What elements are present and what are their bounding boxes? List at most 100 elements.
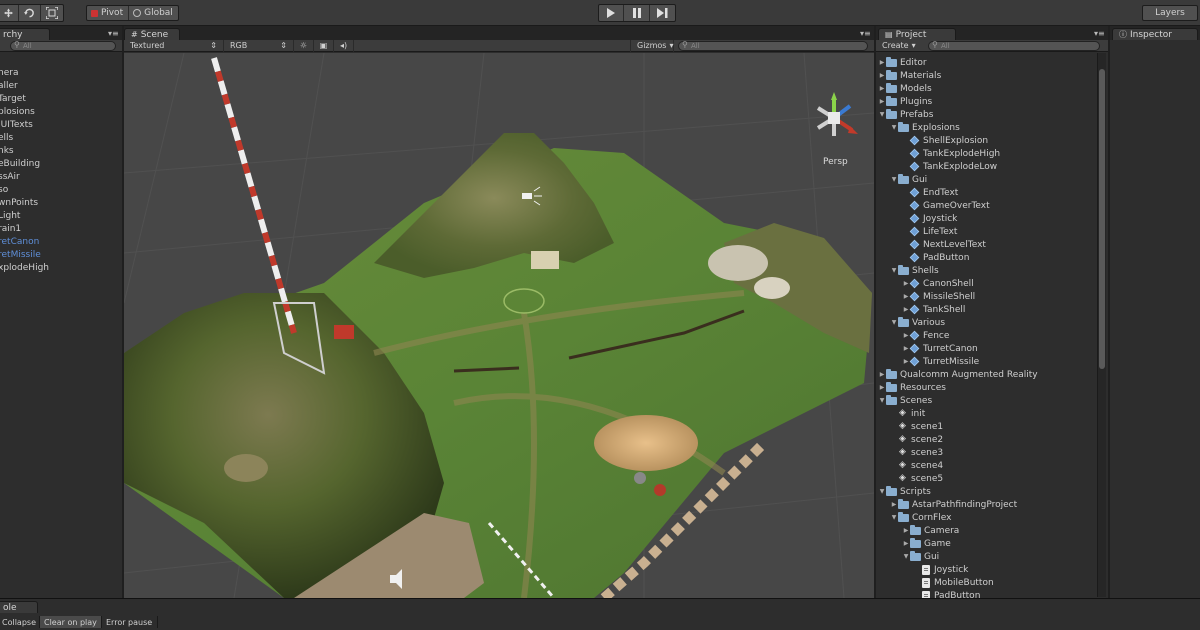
tab-console[interactable]: ole [0,601,38,613]
orientation-gizmo[interactable] [816,92,858,136]
expanded-arrow-icon[interactable]: ▼ [902,553,910,560]
project-tree-row[interactable]: ▼ Scripts [878,485,931,498]
project-tree-row[interactable]: ▼ Gui [890,173,927,186]
project-tree-row[interactable]: Joystick [902,212,957,225]
project-tree-row[interactable]: ShellExplosion [902,134,988,147]
collapse-button[interactable]: Collapse [0,616,40,628]
lighting-toggle[interactable]: ☼ [294,39,314,52]
project-tree-row[interactable]: ▶ TurretMissile [902,355,979,368]
collapsed-arrow-icon[interactable]: ▶ [878,371,886,378]
scene-search-input[interactable]: All [678,41,868,51]
project-tree-row[interactable]: Joystick [914,563,968,576]
scrollbar-thumb[interactable] [1099,69,1105,369]
project-tree-row[interactable]: GameOverText [902,199,990,212]
project-tree-row[interactable]: ▼ Gui [902,550,939,563]
scale-tool-button[interactable] [41,5,63,21]
project-tree-row[interactable]: ▶ Models [878,82,932,95]
project-tree-row[interactable]: TankExplodeLow [902,160,997,173]
hierarchy-item[interactable]: nks [0,146,14,156]
hierarchy-search-input[interactable]: All [10,41,116,51]
expanded-arrow-icon[interactable]: ▼ [890,176,898,183]
project-tree-row[interactable]: ▼ Scenes [878,394,932,407]
expanded-arrow-icon[interactable]: ▼ [890,267,898,274]
expanded-arrow-icon[interactable]: ▼ [890,514,898,521]
project-tree-row[interactable]: ▶ Plugins [878,95,932,108]
hierarchy-item[interactable]: retMissile [0,250,41,260]
collapsed-arrow-icon[interactable]: ▶ [878,384,886,391]
project-tree-row[interactable]: ▼ Various [890,316,945,329]
expanded-arrow-icon[interactable]: ▼ [878,111,886,118]
project-tree-row[interactable]: TankExplodeHigh [902,147,1000,160]
project-tree-row[interactable]: NextLevelText [902,238,986,251]
project-tree-row[interactable]: PadButton [914,589,980,598]
layers-dropdown[interactable]: Layers [1142,5,1198,21]
collapsed-arrow-icon[interactable]: ▶ [890,501,898,508]
hierarchy-item[interactable]: ssAir [0,172,20,182]
project-tree-row[interactable]: ▼ Prefabs [878,108,933,121]
project-tree-row[interactable]: ▶ Materials [878,69,941,82]
hierarchy-item[interactable]: Light [0,211,20,221]
collapsed-arrow-icon[interactable]: ▶ [902,527,910,534]
color-mode-dropdown[interactable]: RGB ⇕ [224,39,294,52]
collapsed-arrow-icon[interactable]: ▶ [902,540,910,547]
scene-menu-icon[interactable]: ▾≡ [860,29,871,38]
hierarchy-item[interactable]: xplodeHigh [0,263,49,273]
project-tree-row[interactable]: LifeText [902,225,957,238]
hierarchy-item[interactable]: nera [0,68,18,78]
hierarchy-item[interactable]: rain1 [0,224,21,234]
clear-on-play-button[interactable]: Clear on play [40,616,102,628]
project-tree-row[interactable]: ▶ AstarPathfindingProject [890,498,1017,511]
project-search-input[interactable]: All [928,41,1100,51]
project-tree-row[interactable]: ◈ scene1 [890,420,943,433]
collapsed-arrow-icon[interactable]: ▶ [878,85,886,92]
pivot-button[interactable]: Pivot [87,6,130,20]
project-tree-row[interactable]: ◈ scene2 [890,433,943,446]
expanded-arrow-icon[interactable]: ▼ [878,397,886,404]
hierarchy-item[interactable]: wnPoints [0,198,38,208]
project-tree-row[interactable]: ▶ Fence [902,329,950,342]
expanded-arrow-icon[interactable]: ▼ [878,488,886,495]
collapsed-arrow-icon[interactable]: ▶ [878,98,886,105]
projection-label[interactable]: Persp [823,157,848,167]
pause-button[interactable] [624,5,650,21]
project-tree-row[interactable]: ▶ Camera [902,524,959,537]
collapsed-arrow-icon[interactable]: ▶ [878,59,886,66]
collapsed-arrow-icon[interactable]: ▶ [878,72,886,79]
move-tool-button[interactable] [0,5,19,21]
global-button[interactable]: Global [129,6,178,20]
project-tree-row[interactable]: ▶ Qualcomm Augmented Reality [878,368,1038,381]
hierarchy-item[interactable]: eBuilding [0,159,40,169]
play-button[interactable] [599,5,624,21]
project-menu-icon[interactable]: ▾≡ [1094,29,1105,38]
scene-viewport[interactable]: Persp [124,53,874,598]
step-button[interactable] [650,5,675,21]
tab-project[interactable]: ▤ Project [878,28,956,40]
project-tree-row[interactable]: ▶ Resources [878,381,946,394]
hierarchy-item[interactable]: so [0,185,8,195]
project-tree-row[interactable]: ▶ CanonShell [902,277,974,290]
project-scrollbar[interactable] [1097,53,1106,597]
project-tree-row[interactable]: PadButton [902,251,969,264]
error-pause-button[interactable]: Error pause [102,616,158,628]
project-tree-row[interactable]: ▶ Game [902,537,951,550]
project-tree-row[interactable]: ▶ TurretCanon [902,342,978,355]
hierarchy-item[interactable]: retCanon [0,237,39,247]
effects-toggle[interactable]: ▣ [314,39,334,52]
project-tree-row[interactable]: ▶ TankShell [902,303,966,316]
expanded-arrow-icon[interactable]: ▼ [890,319,898,326]
panel-menu-icon[interactable]: ▾≡ [108,29,119,38]
project-tree-row[interactable]: ▼ Shells [890,264,939,277]
project-tree-row[interactable]: ▶ Editor [878,56,927,69]
project-tree-row[interactable]: ▼ Explosions [890,121,960,134]
project-tree-row[interactable]: ▼ CornFlex [890,511,951,524]
create-dropdown[interactable]: Create ▾ [876,40,924,52]
hierarchy-item[interactable]: plosions [0,107,35,117]
project-tree-row[interactable]: ◈ scene5 [890,472,943,485]
hierarchy-item[interactable]: ells [0,133,13,143]
expanded-arrow-icon[interactable]: ▼ [890,124,898,131]
audio-toggle[interactable]: ◂) [334,39,354,52]
project-tree-row[interactable]: EndText [902,186,958,199]
tab-hierarchy[interactable]: rchy [0,28,50,40]
render-mode-dropdown[interactable]: Textured ⇕ [124,39,224,52]
project-tree-row[interactable]: ◈ scene4 [890,459,943,472]
